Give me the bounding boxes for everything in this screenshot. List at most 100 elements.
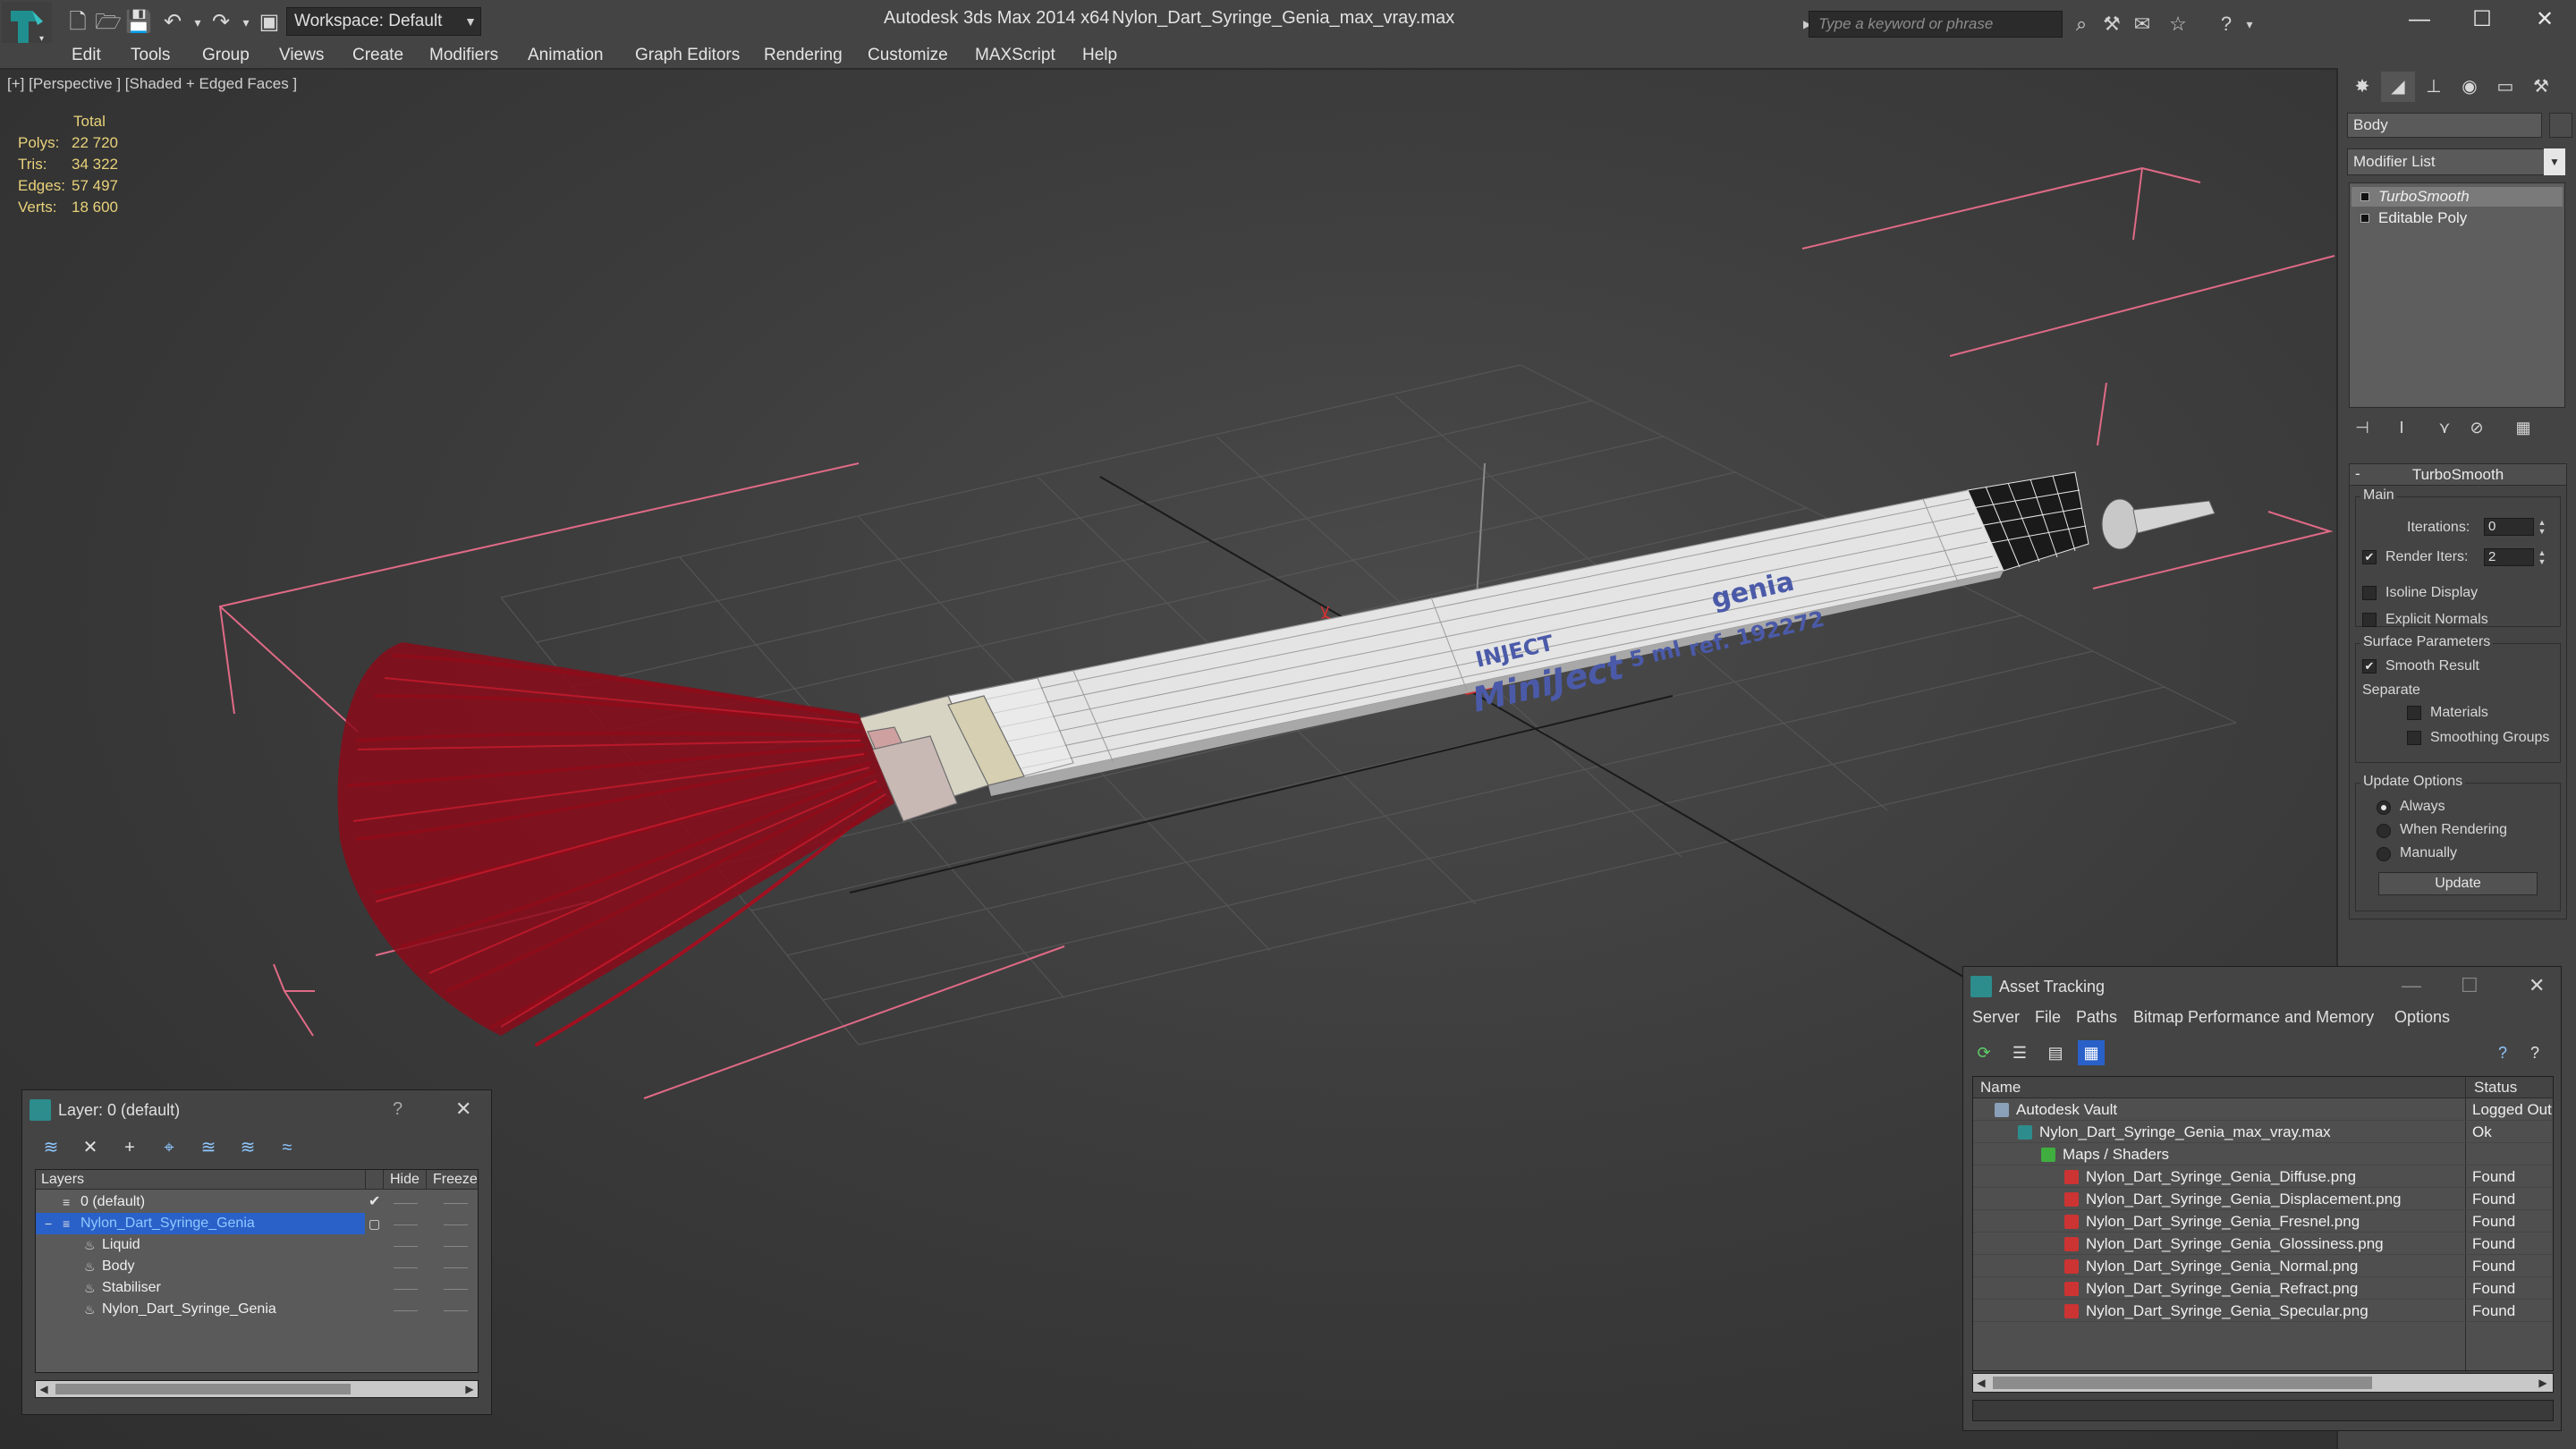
search-input[interactable]: Type a keyword or phrase <box>1809 11 2063 38</box>
workspace-dropdown[interactable]: Workspace: Default <box>286 7 481 36</box>
menu-graph-editors[interactable]: Graph Editors <box>635 46 740 65</box>
scroll-right-icon[interactable]: ▶ <box>462 1381 478 1397</box>
freeze-toggle[interactable]: —— <box>444 1191 468 1213</box>
menu-rendering[interactable]: Rendering <box>764 46 843 65</box>
layer-horizontal-scrollbar[interactable]: ◀ ▶ <box>35 1380 479 1398</box>
object-color-swatch[interactable] <box>2549 113 2572 138</box>
isoline-display-checkbox[interactable] <box>2362 586 2377 600</box>
asset-maximize-icon[interactable]: ☐ <box>2461 974 2479 997</box>
asset-row-refract[interactable]: Nylon_Dart_Syringe_Genia_Refract.png Fou… <box>1973 1277 2553 1300</box>
asset-row-maps[interactable]: Maps / Shaders <box>1973 1143 2553 1165</box>
expand-icon[interactable] <box>2360 214 2369 223</box>
favorites-star-icon[interactable]: ☆ <box>2165 11 2191 38</box>
help-dropdown-icon[interactable]: ▾ <box>2236 11 2263 38</box>
render-iters-spinner-arrows-icon[interactable]: ▲ ▼ <box>2536 548 2548 566</box>
new-layer-icon[interactable]: ≋ <box>37 1133 65 1162</box>
asset-row-fresnel[interactable]: Nylon_Dart_Syringe_Genia_Fresnel.png Fou… <box>1973 1210 2553 1233</box>
column-name[interactable]: Name <box>1980 1079 2021 1097</box>
utilities-tab-icon[interactable]: ⚒ <box>2524 72 2558 102</box>
turbosmooth-rollout-header[interactable]: - TurboSmooth <box>2350 464 2566 486</box>
iterations-spinner-arrows-icon[interactable]: ▲ ▼ <box>2536 518 2548 536</box>
menu-tools[interactable]: Tools <box>131 46 170 65</box>
detail-view-icon[interactable]: ▤ <box>2042 1040 2069 1065</box>
stack-item-turbosmooth[interactable]: TurboSmooth <box>2351 187 2563 207</box>
configure-sets-icon[interactable]: ▦ <box>2510 415 2537 440</box>
modifier-list-arrow-icon[interactable]: ▼ <box>2544 148 2565 175</box>
freeze-toggle[interactable]: —— <box>444 1277 468 1299</box>
menu-customize[interactable]: Customize <box>868 46 948 65</box>
modify-tab-icon[interactable]: ◢ <box>2381 72 2415 102</box>
hide-toggle[interactable]: —— <box>394 1256 418 1277</box>
asset-menu-server[interactable]: Server <box>1972 1008 2020 1027</box>
menu-help[interactable]: Help <box>1082 46 1117 65</box>
refresh-icon[interactable]: ⟳ <box>1970 1040 1997 1065</box>
highlight-selected-layer-icon[interactable]: ≊ <box>194 1133 223 1162</box>
pin-stack-icon[interactable]: ⊣ <box>2349 415 2376 440</box>
table-view-icon[interactable]: ▦ <box>2078 1040 2105 1065</box>
undo-icon[interactable]: ↶ <box>159 9 186 36</box>
asset-menu-file[interactable]: File <box>2035 1008 2061 1027</box>
scroll-left-icon[interactable]: ◀ <box>1973 1375 1989 1391</box>
show-end-result-icon[interactable]: Ⅰ <box>2388 415 2415 440</box>
menu-edit[interactable]: Edit <box>72 46 101 65</box>
asset-row-specular[interactable]: Nylon_Dart_Syringe_Genia_Specular.png Fo… <box>1973 1300 2553 1322</box>
hide-toggle[interactable]: —— <box>394 1299 418 1320</box>
save-file-icon[interactable]: 💾 <box>125 9 152 36</box>
make-active-layer-icon[interactable]: ▢ <box>369 1213 380 1234</box>
add-to-layer-icon[interactable]: + <box>115 1133 144 1162</box>
hide-all-layers-icon[interactable]: ≋ <box>233 1133 262 1162</box>
open-file-icon[interactable]: 🗁 <box>95 9 122 36</box>
create-tab-icon[interactable]: ✸ <box>2345 72 2379 102</box>
collapse-icon[interactable]: − <box>45 1213 52 1234</box>
menu-animation[interactable]: Animation <box>528 46 604 65</box>
scrollbar-thumb[interactable] <box>55 1384 351 1394</box>
remove-modifier-icon[interactable]: ⊘ <box>2463 415 2490 440</box>
active-layer-check-icon[interactable]: ✔ <box>369 1191 380 1213</box>
freeze-toggle[interactable]: —— <box>444 1213 468 1234</box>
hide-toggle[interactable]: —— <box>394 1213 418 1234</box>
maximize-window-button[interactable]: ☐ <box>2451 0 2513 39</box>
freeze-all-layers-icon[interactable]: ≈ <box>273 1133 301 1162</box>
asset-menu-options[interactable]: Options <box>2394 1008 2450 1027</box>
hide-toggle[interactable]: —— <box>394 1277 418 1299</box>
layer-row-body[interactable]: ♨ Body —— —— <box>36 1256 478 1277</box>
stack-item-editable-poly[interactable]: Editable Poly <box>2351 208 2563 228</box>
asset-row-diffuse[interactable]: Nylon_Dart_Syringe_Genia_Diffuse.png Fou… <box>1973 1165 2553 1188</box>
modifier-list-dropdown[interactable]: Modifier List <box>2347 148 2565 175</box>
layer-dialog-close-icon[interactable]: ✕ <box>455 1097 471 1121</box>
menu-modifiers[interactable]: Modifiers <box>429 46 498 65</box>
list-view-icon[interactable]: ☰ <box>2006 1040 2033 1065</box>
select-objects-in-layer-icon[interactable]: ⌖ <box>155 1133 183 1162</box>
asset-row-normal[interactable]: Nylon_Dart_Syringe_Genia_Normal.png Foun… <box>1973 1255 2553 1277</box>
update-manually-radio[interactable] <box>2377 847 2391 861</box>
subscription-icon[interactable]: ⚒ <box>2098 11 2125 38</box>
update-always-radio[interactable] <box>2377 801 2391 815</box>
layer-dialog-titlebar[interactable]: Layer: 0 (default) ? ✕ <box>22 1090 491 1130</box>
asset-minimize-icon[interactable]: — <box>2402 974 2421 997</box>
new-file-icon[interactable]: 🗋 <box>64 9 91 36</box>
delete-layer-icon[interactable]: ✕ <box>76 1133 105 1162</box>
redo-icon[interactable]: ↷ <box>208 9 234 36</box>
menu-views[interactable]: Views <box>279 46 324 65</box>
update-when-rendering-radio[interactable] <box>2377 824 2391 838</box>
layer-dialog-help-icon[interactable]: ? <box>393 1099 402 1120</box>
iterations-spinner[interactable]: 0 <box>2484 518 2534 536</box>
asset-menu-paths[interactable]: Paths <box>2076 1008 2117 1027</box>
lightbulb-icon[interactable] <box>2360 192 2369 201</box>
make-unique-icon[interactable]: ⋎ <box>2431 415 2458 440</box>
asset-row-max-file[interactable]: Nylon_Dart_Syringe_Genia_max_vray.max Ok <box>1973 1121 2553 1143</box>
layer-row-nylon-dart-object[interactable]: ♨ Nylon_Dart_Syringe_Genia —— —— <box>36 1299 478 1320</box>
hide-toggle[interactable]: —— <box>394 1191 418 1213</box>
minimize-window-button[interactable]: — <box>2388 0 2451 39</box>
object-name-field[interactable]: Body <box>2347 113 2542 138</box>
asset-menu-bitmap-performance[interactable]: Bitmap Performance and Memory <box>2133 1008 2374 1027</box>
viewport-label[interactable]: [+] [Perspective ] [Shaded + Edged Faces… <box>7 75 297 93</box>
menu-create[interactable]: Create <box>352 46 403 65</box>
column-layers[interactable]: Layers <box>41 1172 84 1188</box>
asset-row-displacement[interactable]: Nylon_Dart_Syringe_Genia_Displacement.pn… <box>1973 1188 2553 1210</box>
scroll-right-icon[interactable]: ▶ <box>2535 1375 2551 1391</box>
display-tab-icon[interactable]: ▭ <box>2488 72 2522 102</box>
communication-icon[interactable]: ✉ <box>2129 11 2156 38</box>
asset-row-glossiness[interactable]: Nylon_Dart_Syringe_Genia_Glossiness.png … <box>1973 1233 2553 1255</box>
motion-tab-icon[interactable]: ◉ <box>2453 72 2487 102</box>
